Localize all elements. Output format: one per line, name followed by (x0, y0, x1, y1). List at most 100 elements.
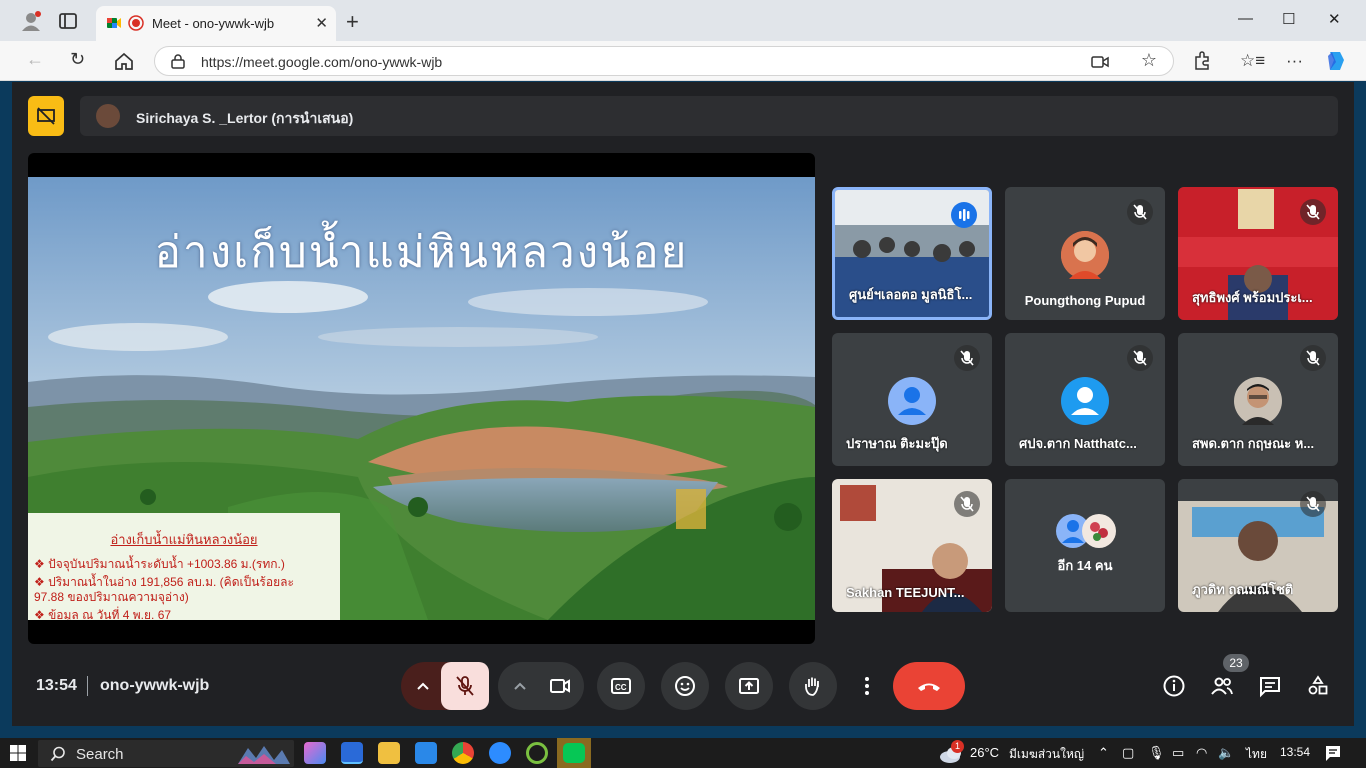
meet-logo-icon (107, 18, 121, 28)
more-participants-tile[interactable]: อีก 14 คน (1005, 479, 1165, 612)
video-options-chevron-icon[interactable] (511, 678, 529, 694)
participant-tile[interactable]: ศูนย์ฯเลอตอ มูลนิธิโ... (832, 187, 992, 320)
qgis-app-icon[interactable] (526, 742, 548, 764)
info-line: ❖ ข้อมูล ณ วันที่ 4 พ.ย. 67 (34, 608, 172, 620)
grouped-avatars (1056, 514, 1116, 548)
info-line: ❖ ปริมาณน้ำในอ่าง 191,856 ลบ.ม. (คิดเป็น… (34, 575, 294, 589)
raise-hand-button[interactable] (789, 662, 837, 710)
camera-control-group (498, 662, 584, 710)
more-vert-icon (865, 677, 869, 695)
participant-tile[interactable]: สพด.ตาก กฤษณะ ห... (1178, 333, 1338, 466)
browser-tab-bar: Meet - ono-ywwk-wjb ✕ + — ☐ ✕ (0, 0, 1366, 41)
minimize-button[interactable]: — (1238, 10, 1253, 27)
chat-icon[interactable] (1258, 674, 1282, 698)
zoom-app-icon[interactable] (489, 742, 511, 764)
favorites-icon[interactable]: ☆≡ (1240, 51, 1265, 71)
reactions-button[interactable] (661, 662, 709, 710)
extensions-icon[interactable] (1192, 51, 1212, 71)
info-line: ❖ ปัจจุบันปริมาณน้ำระดับน้ำ +1003.86 ม.(… (34, 557, 285, 571)
weather-badge: 1 (951, 740, 964, 753)
copilot-icon[interactable] (1324, 50, 1348, 72)
presentation-indicator[interactable] (28, 96, 64, 136)
participant-avatar (1234, 377, 1282, 425)
default-avatar-icon (1061, 377, 1109, 425)
stop-presenting-icon (37, 107, 55, 125)
chrome-app-icon[interactable] (452, 742, 474, 764)
meeting-time: 13:54 (36, 677, 77, 694)
close-tab-icon[interactable]: ✕ (315, 14, 328, 32)
meet-area: Sirichaya S. _Lertor (การนำเสนอ) อ่างเก็… (12, 82, 1354, 726)
mic-muted-icon (1300, 491, 1326, 517)
participant-tile[interactable]: ภูวดิท ถณมณีโชติ (1178, 479, 1338, 612)
mic-toggle-button[interactable] (441, 662, 489, 710)
participant-avatar (1061, 377, 1109, 425)
tray-overflow-icon[interactable]: ⌃ (1098, 745, 1109, 761)
slide: อ่างเก็บน้ำแม่หินหลวงน้อย อ่างเก็บน้ำแม่… (28, 177, 815, 620)
leave-call-button[interactable] (893, 662, 965, 710)
mic-off-icon (456, 676, 474, 696)
more-participants-label: อีก 14 คน (1057, 558, 1113, 573)
home-icon[interactable] (114, 52, 134, 70)
participant-name: Poungthong Pupud (1024, 293, 1146, 308)
slide-title: อ่างเก็บน้ำแม่หินหลวงน้อย (154, 227, 689, 278)
reload-icon[interactable]: ↻ (70, 49, 85, 70)
participant-name: ภูวดิท ถณมณีโชติ (1192, 582, 1294, 597)
participant-avatar (1061, 231, 1109, 279)
address-bar[interactable]: https://meet.google.com/ono-ywwk-wjb ☆ (154, 46, 1174, 76)
slide-info-box: อ่างเก็บน้ำแม่หินหลวงน้อย ❖ ปัจจุบันปริม… (28, 513, 340, 620)
new-tab-button[interactable]: + (346, 9, 359, 35)
lock-icon[interactable] (171, 53, 185, 69)
edge-app-icon[interactable] (341, 742, 363, 764)
mic-muted-icon (1300, 345, 1326, 371)
participant-tile[interactable]: ปราษาณ ติะมะปุ๊ด (832, 333, 992, 466)
temperature: 26°C (970, 745, 1000, 760)
microphone-tray-icon[interactable]: 🎙 (1148, 745, 1165, 761)
windows-start-icon[interactable] (10, 745, 26, 761)
participant-tile[interactable]: Poungthong Pupud (1005, 187, 1165, 320)
input-language[interactable]: ไทย (1246, 745, 1267, 764)
taskbar-search[interactable]: Search (38, 740, 294, 767)
tab-actions-icon[interactable] (57, 10, 79, 32)
captions-button[interactable]: CC (597, 662, 645, 710)
line-app-active[interactable] (557, 738, 591, 768)
people-icon[interactable] (1210, 674, 1234, 698)
emoji-icon (675, 676, 695, 696)
copilot-app-icon[interactable] (304, 742, 326, 764)
more-menu-icon[interactable]: ··· (1286, 51, 1303, 71)
meet-tray-icon[interactable]: ▢ (1122, 745, 1134, 761)
file-explorer-icon[interactable] (378, 742, 400, 764)
maximize-button[interactable]: ☐ (1282, 10, 1295, 28)
taskbar-clock[interactable]: 13:54 (1280, 745, 1310, 759)
weather-status: มีเมฆส่วนใหญ่ (1009, 747, 1085, 761)
profile-icon[interactable] (20, 10, 42, 32)
wifi-icon[interactable]: ◠ (1196, 745, 1207, 761)
participant-name: ปราษาณ ติะมะปุ๊ด (846, 436, 948, 451)
notification-icon[interactable] (1324, 744, 1342, 762)
participant-tile[interactable]: Sakhan TEEJUNT... (832, 479, 992, 612)
camera-permission-icon[interactable] (1091, 55, 1109, 69)
tab-meet[interactable]: Meet - ono-ywwk-wjb ✕ (96, 6, 336, 41)
participant-tile[interactable]: ศปจ.ตาก Natthatc... (1005, 333, 1165, 466)
present-button[interactable] (725, 662, 773, 710)
meeting-details-icon[interactable] (1162, 674, 1186, 698)
battery-icon[interactable]: ▭ (1172, 745, 1184, 761)
avatar-photo (1061, 231, 1109, 279)
windows-taskbar: Search 1 26°C มีเมฆส่วนใหญ่ ⌃ ▢ 🎙 ▭ ◠ 🔈 … (0, 738, 1366, 768)
activities-icon[interactable] (1306, 674, 1330, 698)
back-icon[interactable]: ← (26, 49, 44, 70)
camera-icon[interactable] (548, 674, 572, 698)
participant-name: ศปจ.ตาก Natthatc... (1019, 436, 1137, 451)
participant-tile[interactable]: สุทธิพงศ์ พร้อมประเ... (1178, 187, 1338, 320)
participant-name: Sakhan TEEJUNT... (846, 585, 965, 600)
more-options-button[interactable] (853, 662, 881, 710)
favorite-star-icon[interactable]: ☆ (1141, 50, 1157, 71)
audio-level-icon (959, 209, 970, 221)
volume-icon[interactable]: 🔈 (1218, 745, 1234, 761)
browser-toolbar: ← ↻ https://meet.google.com/ono-ywwk-wjb… (0, 41, 1366, 81)
meeting-code: ono-ywwk-wjb (100, 677, 210, 694)
close-window-button[interactable]: ✕ (1328, 10, 1341, 28)
audio-options-chevron-icon[interactable] (414, 678, 432, 694)
mail-app-icon[interactable] (415, 742, 437, 764)
captions-icon: CC (611, 678, 631, 694)
presentation-bar: Sirichaya S. _Lertor (การนำเสนอ) (28, 96, 1338, 136)
